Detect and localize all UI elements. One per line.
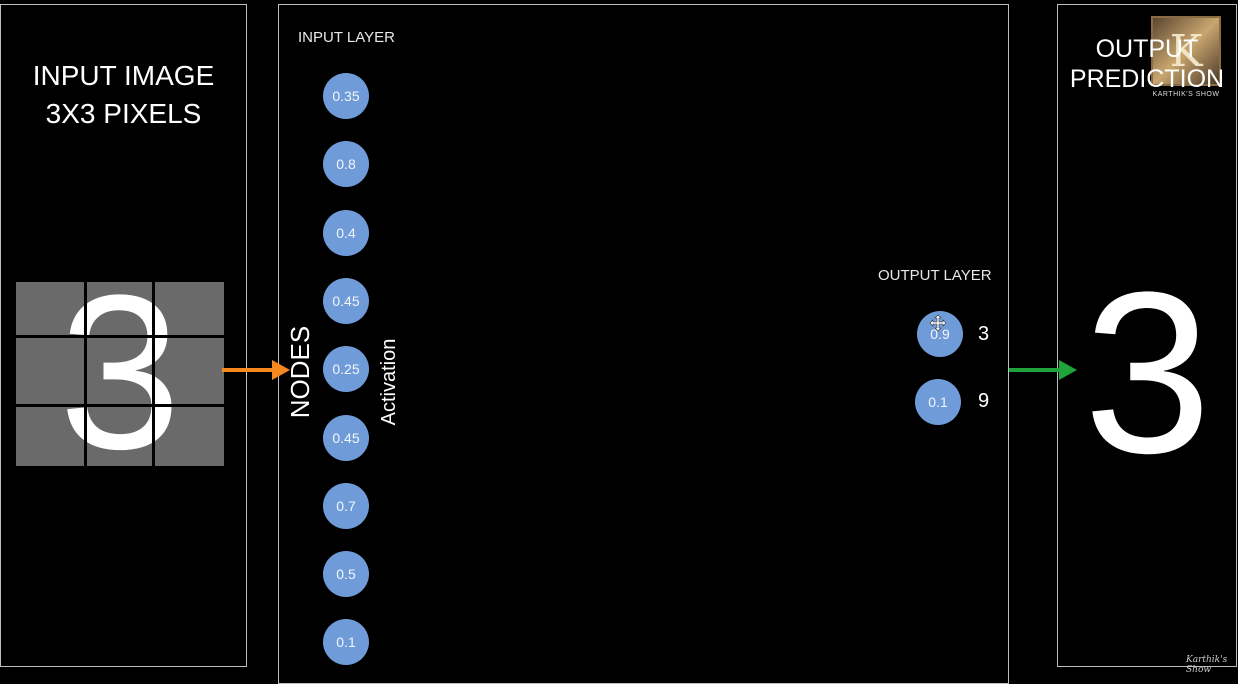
grid-divider (152, 282, 155, 466)
output-layer-label: OUTPUT LAYER (878, 267, 992, 284)
grid-divider (16, 335, 224, 338)
output-node-digit: 3 (978, 323, 990, 345)
grid-divider (16, 404, 224, 407)
input-node: 0.45 (323, 278, 369, 324)
move-cursor-icon (929, 314, 947, 332)
input-node: 0.1 (323, 619, 369, 665)
input-node: 0.5 (323, 551, 369, 597)
output-prediction-title-line1: OUTPUT (1095, 35, 1199, 63)
output-prediction-title-line2: PREDICTION (1069, 65, 1225, 93)
output-node: 0.1 (915, 379, 961, 425)
predicted-digit: 3 (1083, 244, 1212, 501)
pixel-grid (16, 282, 224, 466)
logo-text: KARTHIK'S SHOW (1152, 91, 1220, 98)
activation-label: Activation (378, 338, 400, 426)
input-layer-label: INPUT LAYER (298, 29, 395, 46)
input-node: 0.35 (323, 73, 369, 119)
input-node: 0.7 (323, 483, 369, 529)
output-prediction-title: OUTPUT PREDICTION (1057, 34, 1237, 94)
pixel-cell (16, 282, 224, 466)
input-node: 0.45 (323, 415, 369, 461)
input-image-title-line2: 3X3 PIXELS (45, 98, 202, 129)
nodes-label: NODES (285, 325, 315, 419)
input-arrow (222, 360, 290, 380)
input-image-title-line1: INPUT IMAGE (32, 60, 215, 91)
input-node: 0.25 (323, 346, 369, 392)
signature: Karthik's Show (1186, 655, 1228, 675)
grid-divider (84, 282, 87, 466)
output-node-digit: 9 (978, 390, 990, 412)
input-image-title: INPUT IMAGE 3X3 PIXELS (0, 57, 247, 133)
input-node: 0.4 (323, 210, 369, 256)
input-node: 0.8 (323, 141, 369, 187)
